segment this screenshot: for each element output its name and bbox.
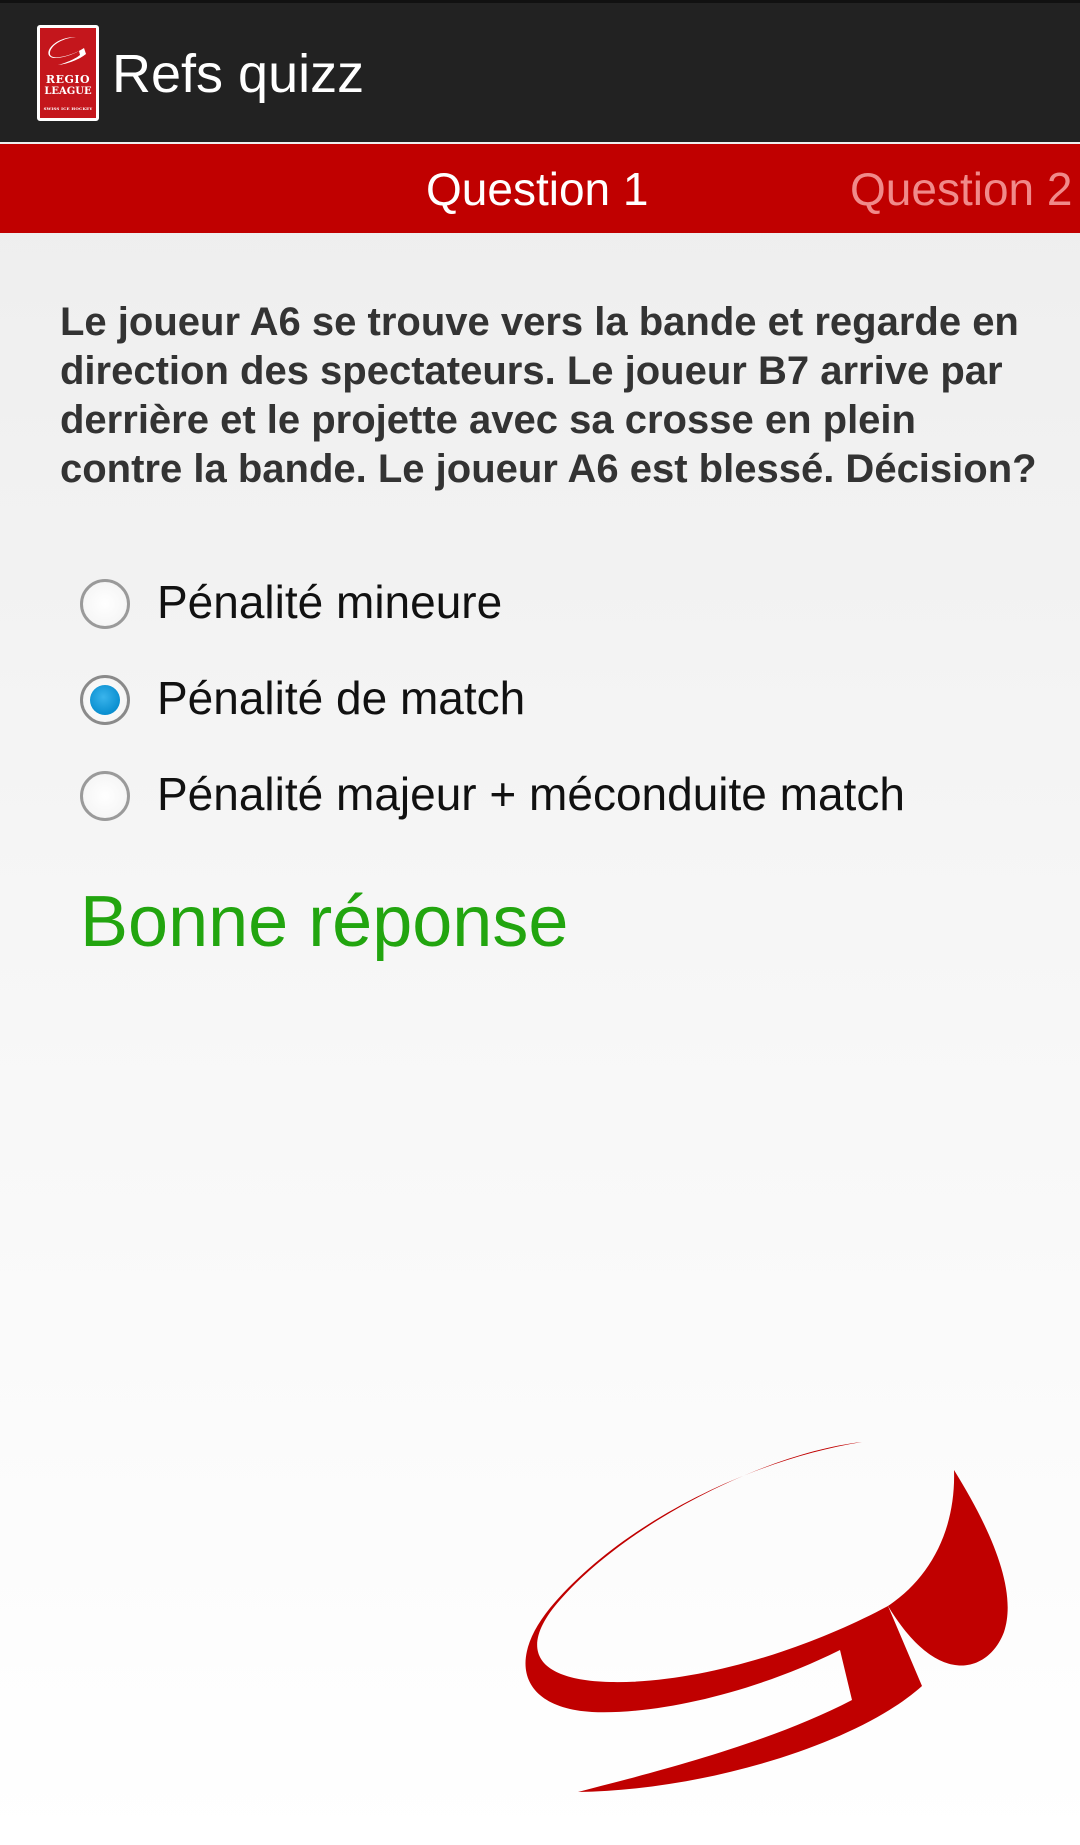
option-minor-penalty[interactable]: Pénalité mineure — [78, 569, 1038, 665]
answer-options: Pénalité mineure Pénalité de match Pénal… — [78, 569, 1038, 857]
option-label[interactable]: Pénalité majeur + méconduite match — [157, 765, 905, 823]
logo-swirl-icon — [48, 37, 86, 65]
result-feedback: Bonne réponse — [80, 882, 569, 962]
app-logo-icon[interactable]: REGIO LEAGUE SWISS ICE HOCKEY — [37, 25, 99, 121]
app-title: Refs quizz — [112, 44, 365, 104]
radio-dot — [90, 685, 120, 715]
radio-button[interactable] — [80, 675, 130, 725]
tab-question-1[interactable]: Question 1 — [426, 162, 648, 216]
logo-text-regio: REGIO — [45, 73, 91, 86]
option-label[interactable]: Pénalité de match — [157, 669, 525, 727]
tab-question-2[interactable]: Question 2 — [850, 162, 1072, 216]
logo-text-league: LEAGUE — [44, 86, 92, 97]
radio-button[interactable] — [80, 579, 130, 629]
tab-strip: Question 1 Question 2 — [0, 144, 1080, 233]
question-text: Le joueur A6 se trouve vers la bande et … — [60, 300, 1037, 491]
option-major-misconduct[interactable]: Pénalité majeur + méconduite match — [78, 761, 1038, 857]
regio-league-swirl-icon — [525, 1442, 1008, 1792]
option-label[interactable]: Pénalité mineure — [157, 573, 502, 631]
action-bar: REGIO LEAGUE SWISS ICE HOCKEY Refs quizz — [0, 0, 1080, 142]
logo-text-swiss-ice-hockey: SWISS ICE HOCKEY — [43, 106, 93, 111]
radio-button[interactable] — [80, 771, 130, 821]
option-match-penalty[interactable]: Pénalité de match — [78, 665, 1038, 761]
